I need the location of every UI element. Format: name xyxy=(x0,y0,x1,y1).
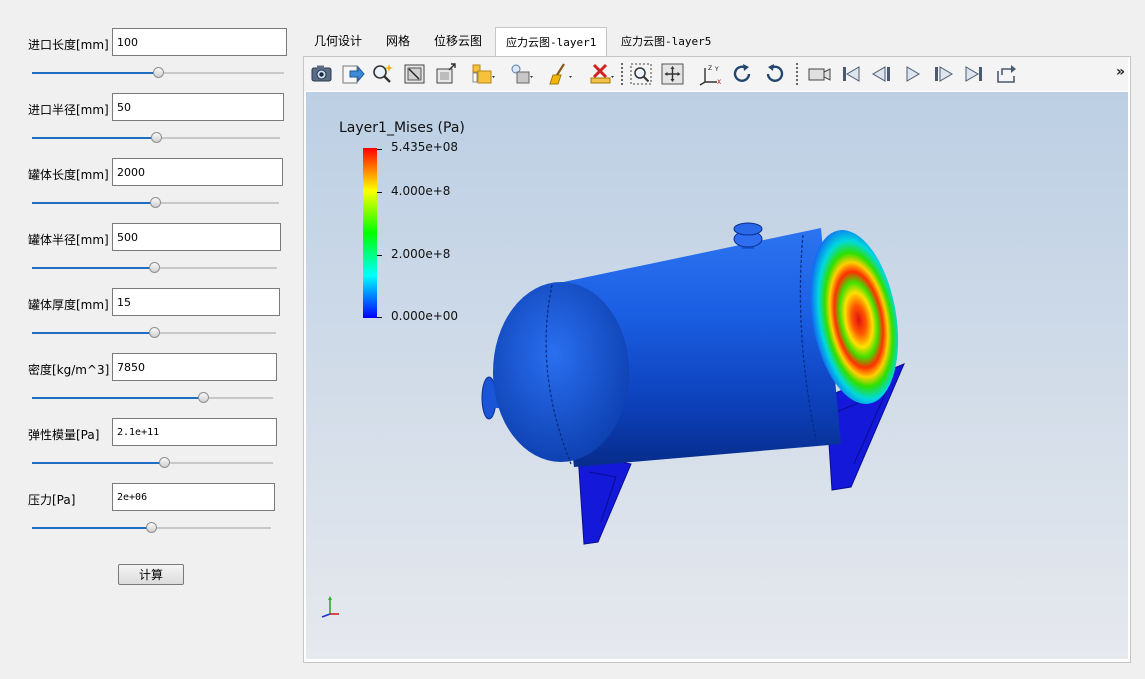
video-icon[interactable] xyxy=(806,61,833,87)
export-icon[interactable] xyxy=(339,61,366,87)
param-label-inlet-length: 进口长度[mm] xyxy=(28,38,109,52)
camera-icon[interactable] xyxy=(308,61,335,87)
param-label-tank-radius: 罐体半径[mm] xyxy=(28,233,109,247)
toolbar-more-button[interactable]: » xyxy=(1116,64,1125,80)
pressure-vessel-model xyxy=(481,222,905,545)
remove-icon[interactable] xyxy=(588,61,615,87)
last-frame-icon[interactable] xyxy=(961,61,988,87)
rotate-ccw-icon[interactable] xyxy=(761,61,788,87)
tab-stress-layer1[interactable]: 应力云图-layer1 xyxy=(495,27,607,56)
inlet-radius-slider[interactable] xyxy=(32,131,280,145)
param-label-elastic-modulus: 弹性模量[Pa] xyxy=(28,428,100,442)
zoom-fit-icon[interactable] xyxy=(659,61,686,87)
orientation-axes-icon xyxy=(321,596,339,618)
density-input[interactable] xyxy=(112,353,277,381)
zoom-box-icon[interactable] xyxy=(628,61,655,87)
magic-select-icon[interactable] xyxy=(370,61,397,87)
inlet-length-input[interactable] xyxy=(112,28,287,56)
pressure-input[interactable] xyxy=(112,483,275,511)
next-frame-icon[interactable] xyxy=(930,61,957,87)
tab-displacement-contour[interactable]: 位移云图 xyxy=(424,27,492,56)
tank-length-input[interactable] xyxy=(112,158,283,186)
svg-text:Z: Z xyxy=(708,65,712,72)
tank-length-slider[interactable] xyxy=(32,196,279,210)
play-icon[interactable] xyxy=(899,61,926,87)
pressure-slider[interactable] xyxy=(32,521,271,535)
elastic-modulus-slider[interactable] xyxy=(32,456,273,470)
tank-thickness-input[interactable] xyxy=(112,288,280,316)
inlet-length-slider[interactable] xyxy=(32,66,284,80)
fit-window-icon[interactable] xyxy=(432,61,459,87)
prev-frame-icon[interactable] xyxy=(868,61,895,87)
density-slider[interactable] xyxy=(32,391,273,405)
calculate-button[interactable]: 计算 xyxy=(118,564,184,585)
tank-radius-input[interactable] xyxy=(112,223,281,251)
svg-text:Y: Y xyxy=(714,66,719,73)
toolbar-separator xyxy=(796,63,798,85)
clear-icon[interactable] xyxy=(547,61,574,87)
lights-icon[interactable] xyxy=(508,61,535,87)
axes-icon[interactable]: ZYX xyxy=(697,61,724,87)
loop-icon[interactable] xyxy=(993,61,1020,87)
color-map-icon[interactable] xyxy=(470,61,497,87)
tab-geometry-design[interactable]: 几何设计 xyxy=(304,27,372,56)
view-toolbar: ZYX » xyxy=(304,57,1128,91)
param-label-pressure: 压力[Pa] xyxy=(28,493,76,507)
tank-radius-slider[interactable] xyxy=(32,261,277,275)
param-label-tank-thickness: 罐体厚度[mm] xyxy=(28,298,109,312)
param-label-tank-length: 罐体长度[mm] xyxy=(28,168,109,182)
tank-thickness-slider[interactable] xyxy=(32,326,276,340)
support-leg-left xyxy=(577,453,632,545)
rotate-cw-icon[interactable] xyxy=(729,61,756,87)
render-viewport[interactable]: Layer1_Mises (Pa) 5.435e+08 4.000e+8 2.0… xyxy=(306,92,1128,659)
inlet-radius-input[interactable] xyxy=(112,93,284,121)
first-frame-icon[interactable] xyxy=(837,61,864,87)
elastic-modulus-input[interactable] xyxy=(112,418,277,446)
reset-view-icon[interactable] xyxy=(401,61,428,87)
tab-mesh[interactable]: 网格 xyxy=(376,27,420,56)
param-label-inlet-radius: 进口半径[mm] xyxy=(28,103,109,117)
param-label-density: 密度[kg/m^3] xyxy=(28,363,110,377)
toolbar-separator xyxy=(621,63,623,85)
tab-stress-layer5[interactable]: 应力云图-layer5 xyxy=(611,27,721,56)
svg-text:X: X xyxy=(717,79,721,86)
